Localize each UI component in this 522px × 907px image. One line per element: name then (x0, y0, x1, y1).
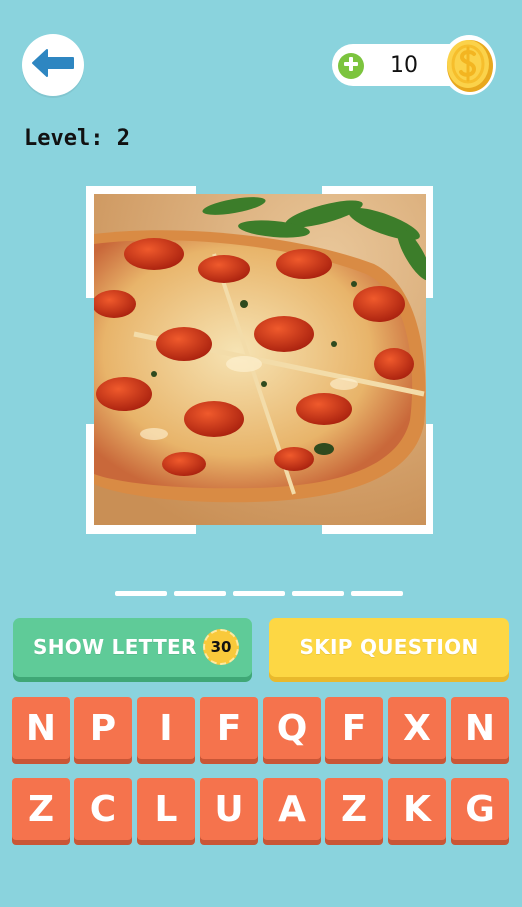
skip-question-button[interactable]: SKIP QUESTION (269, 618, 509, 677)
letter-key[interactable]: L (137, 778, 195, 840)
answer-slot[interactable] (351, 591, 403, 596)
letter-key[interactable]: F (325, 697, 383, 759)
show-letter-label: SHOW LETTER (33, 635, 197, 659)
add-coins-button[interactable] (338, 53, 364, 79)
coin-cost-icon: 30 (203, 629, 239, 665)
letter-key[interactable]: P (74, 697, 132, 759)
answer-slot[interactable] (233, 591, 285, 596)
question-image (94, 194, 426, 525)
plus-circle-icon (343, 56, 359, 76)
letter-key[interactable]: K (388, 778, 446, 840)
answer-slot[interactable] (292, 591, 344, 596)
letter-key[interactable]: N (12, 697, 70, 759)
dollar-coin-icon (441, 34, 497, 96)
show-letter-button[interactable]: SHOW LETTER 30 (13, 618, 252, 677)
letter-key[interactable]: Z (12, 778, 70, 840)
arrow-left-icon (31, 48, 75, 82)
letter-key[interactable]: X (388, 697, 446, 759)
letter-key[interactable]: Z (325, 778, 383, 840)
letter-key[interactable]: C (74, 778, 132, 840)
letter-key[interactable]: F (200, 697, 258, 759)
letter-key[interactable]: I (137, 697, 195, 759)
letter-key[interactable]: G (451, 778, 509, 840)
skip-question-label: SKIP QUESTION (299, 635, 479, 659)
coin-count: 10 (390, 53, 418, 78)
answer-slot[interactable] (115, 591, 167, 596)
level-label: Level: 2 (24, 126, 130, 151)
letter-key[interactable]: U (200, 778, 258, 840)
back-button[interactable] (22, 34, 84, 96)
letter-key[interactable]: A (263, 778, 321, 840)
answer-slot[interactable] (174, 591, 226, 596)
letter-key[interactable]: N (451, 697, 509, 759)
letter-key[interactable]: Q (263, 697, 321, 759)
